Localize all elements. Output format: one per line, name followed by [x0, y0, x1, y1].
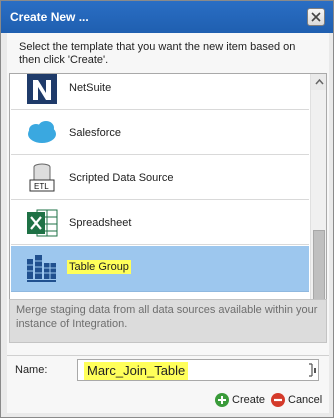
dialog-titlebar: Create New ...: [1, 1, 333, 33]
scrollbar-thumb[interactable]: [313, 230, 325, 310]
close-icon: [311, 12, 321, 22]
name-label: Name:: [15, 364, 48, 376]
close-button[interactable]: [307, 8, 325, 26]
template-label: Spreadsheet: [69, 217, 132, 229]
name-input[interactable]: Marc_Join_Table: [77, 359, 319, 381]
list-item-salesforce[interactable]: Salesforce: [11, 111, 309, 155]
template-list[interactable]: NetSuite Salesforce ETL Scripted Data So…: [9, 73, 327, 329]
list-item-spreadsheet[interactable]: Spreadsheet: [11, 201, 309, 245]
dialog-content: Select the template that you want the ne…: [7, 33, 329, 413]
plus-icon: [215, 393, 229, 407]
cancel-icon: [271, 393, 285, 407]
template-label: NetSuite: [69, 82, 112, 94]
list-scrollbar[interactable]: [310, 74, 326, 328]
create-new-dialog: Create New ... Select the template that …: [0, 0, 334, 418]
list-item-netsuite[interactable]: NetSuite: [11, 74, 309, 110]
template-label: Salesforce: [69, 127, 121, 139]
text-cursor-icon: [306, 363, 318, 377]
scroll-up-button[interactable]: [311, 74, 326, 90]
dialog-title: Create New ...: [10, 10, 89, 24]
salesforce-icon: [25, 116, 59, 150]
table-group-icon: [25, 251, 59, 285]
list-item-scripted-data-source[interactable]: ETL Scripted Data Source: [11, 156, 309, 200]
name-row: Name: Marc_Join_Table: [7, 355, 329, 381]
cancel-button-label: Cancel: [288, 394, 323, 406]
template-description: Merge staging data from all data sources…: [9, 299, 327, 343]
create-button[interactable]: Create: [215, 393, 269, 409]
netsuite-icon: [25, 74, 59, 106]
list-item-table-group[interactable]: Table Group: [11, 246, 309, 292]
spreadsheet-icon: [25, 206, 59, 240]
svg-text:ETL: ETL: [34, 182, 49, 191]
dialog-actions: Create Cancel: [7, 387, 329, 413]
chevron-up-icon: [315, 78, 324, 85]
template-label: Scripted Data Source: [69, 172, 174, 184]
create-button-label: Create: [232, 394, 266, 406]
instructions-text: Select the template that you want the ne…: [19, 41, 296, 66]
name-input-value: Marc_Join_Table: [84, 362, 189, 380]
cancel-button[interactable]: Cancel: [271, 393, 327, 409]
template-label: Table Group: [67, 260, 131, 274]
etl-icon: ETL: [25, 160, 59, 194]
